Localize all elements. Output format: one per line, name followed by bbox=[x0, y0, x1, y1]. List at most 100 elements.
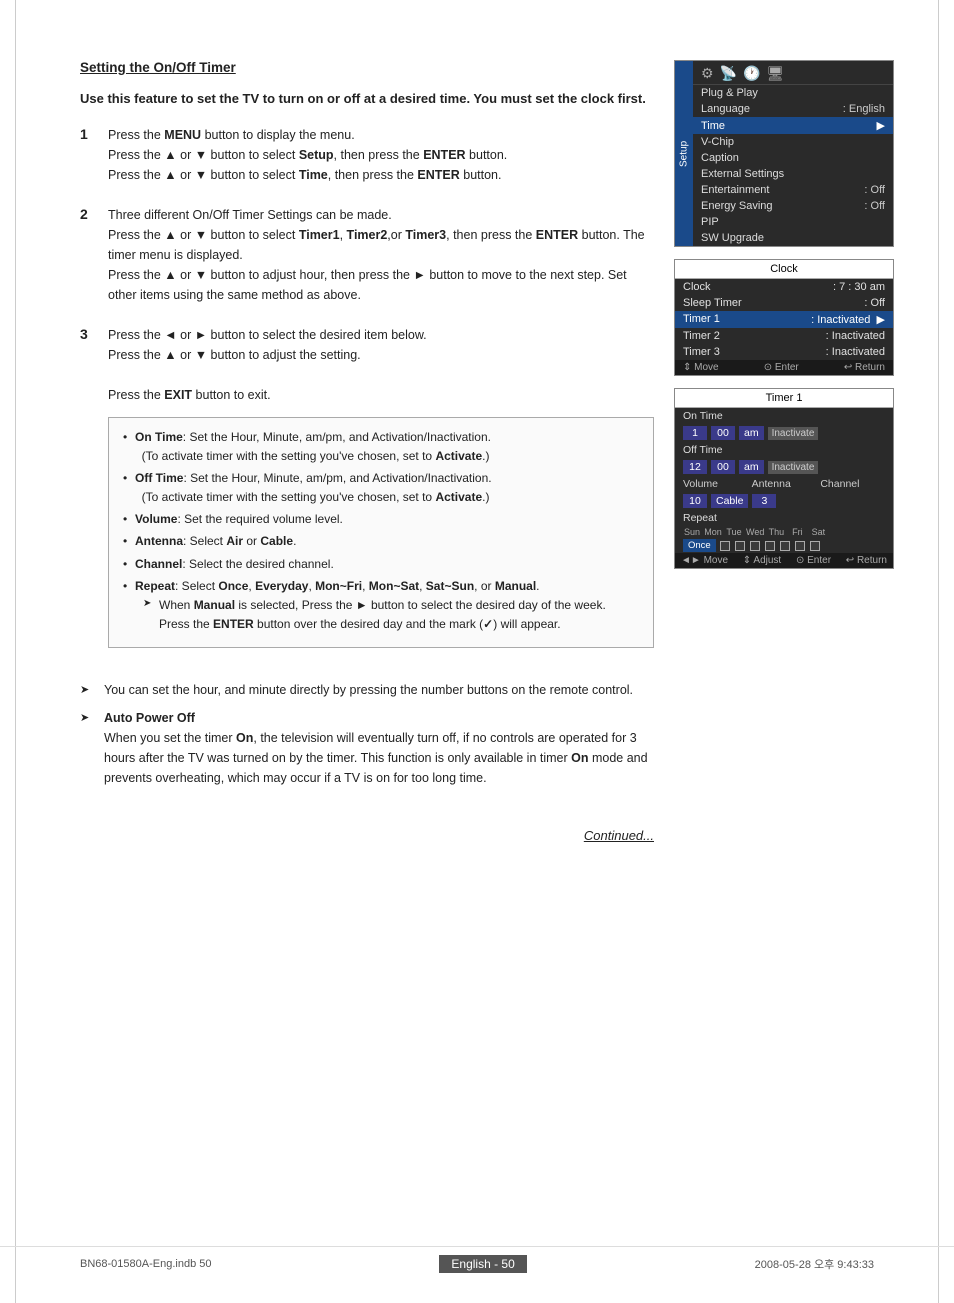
day-tue-label: Tue bbox=[725, 527, 743, 537]
right-column: Setup ⚙ 📡 🕐 🖥 Plug & Play bbox=[674, 60, 894, 843]
step-3-content: Press the ◄ or ► button to select the de… bbox=[108, 325, 654, 661]
clock-menu-header: Clock bbox=[675, 260, 893, 279]
timer-ontime-label: On Time bbox=[675, 408, 893, 424]
clock-item-timer1[interactable]: Timer 1 : Inactivated ▶ bbox=[675, 311, 893, 328]
timer-ontime-btn[interactable]: Inactivate bbox=[768, 427, 819, 440]
continued-text: Continued... bbox=[80, 828, 654, 843]
clock-item-timer3: Timer 3 : Inactivated bbox=[675, 344, 893, 360]
setup-icon-gear: ⚙ bbox=[701, 65, 714, 82]
info-item-channel: Channel: Select the desired channel. bbox=[123, 555, 639, 574]
timer-antenna-label: Antenna bbox=[752, 478, 817, 490]
timer-cb-tue[interactable] bbox=[750, 541, 760, 551]
timer1-menu-screenshot: Timer 1 On Time 1 00 am Inactivate Off T… bbox=[674, 388, 894, 569]
timer-cb-wed[interactable] bbox=[765, 541, 775, 551]
info-box: On Time: Set the Hour, Minute, am/pm, an… bbox=[108, 417, 654, 649]
page-number: English - 50 bbox=[439, 1255, 526, 1273]
timer-channel-val[interactable]: 3 bbox=[752, 494, 776, 508]
step-2: 2 Three different On/Off Timer Settings … bbox=[80, 205, 654, 305]
timer-volume-label: Volume bbox=[683, 478, 748, 490]
left-border bbox=[15, 0, 16, 1303]
timer-cb-thu[interactable] bbox=[780, 541, 790, 551]
clock-item-clock: Clock : 7 : 30 am bbox=[675, 279, 893, 295]
day-wed-label: Wed bbox=[746, 527, 764, 537]
clock-menu-screenshot: Clock Clock : 7 : 30 am Sleep Timer : Of… bbox=[674, 259, 894, 376]
step-3: 3 Press the ◄ or ► button to select the … bbox=[80, 325, 654, 661]
right-border bbox=[938, 0, 939, 1303]
day-thu-label: Thu bbox=[767, 527, 785, 537]
timer-channel-label: Channel bbox=[820, 478, 885, 490]
clock-item-timer2: Timer 2 : Inactivated bbox=[675, 328, 893, 344]
timer-labels-row: Volume Antenna Channel bbox=[675, 476, 893, 492]
timer-vals-row: 10 Cable 3 bbox=[675, 492, 893, 510]
note-content-2: Auto Power Off When you set the timer On… bbox=[104, 708, 654, 788]
timer-repeat-label: Repeat bbox=[675, 510, 893, 526]
setup-item-external: External Settings bbox=[693, 166, 893, 182]
page-container: Setting the On/Off Timer Use this featur… bbox=[0, 0, 954, 1303]
step-2-number: 2 bbox=[80, 205, 98, 305]
timer-checkboxes-row: Once bbox=[675, 538, 893, 553]
info-item-offtime: Off Time: Set the Hour, Minute, am/pm, a… bbox=[123, 469, 639, 507]
day-sun-label: Sun bbox=[683, 527, 701, 537]
timer-cb-fri[interactable] bbox=[795, 541, 805, 551]
timer-days-labels: Sun Mon Tue Wed Thu Fri Sat bbox=[675, 526, 893, 538]
step-1-number: 1 bbox=[80, 125, 98, 185]
timer-offtime-min[interactable]: 00 bbox=[711, 460, 735, 474]
clock-item-sleep: Sleep Timer : Off bbox=[675, 295, 893, 311]
step-1: 1 Press the MENU button to display the m… bbox=[80, 125, 654, 185]
note-autopower: ➤ Auto Power Off When you set the timer … bbox=[80, 708, 654, 788]
info-item-antenna: Antenna: Select Air or Cable. bbox=[123, 532, 639, 551]
setup-item-entertainment: Entertainment : Off bbox=[693, 182, 893, 198]
setup-item-vchip: V-Chip bbox=[693, 134, 893, 150]
timer-ontime-ampm[interactable]: am bbox=[739, 426, 764, 440]
setup-icon-signal: 📡 bbox=[720, 65, 737, 82]
timer-ontime-hour[interactable]: 1 bbox=[683, 426, 707, 440]
timer-antenna-val[interactable]: Cable bbox=[711, 494, 748, 508]
setup-item-plugplay: Plug & Play bbox=[693, 85, 893, 101]
timer-ontime-min[interactable]: 00 bbox=[711, 426, 735, 440]
page-footer: BN68-01580A-Eng.indb 50 English - 50 200… bbox=[0, 1246, 954, 1273]
clock-menu-footer: ⇕ Move ⊙ Enter ↩ Return bbox=[675, 360, 893, 375]
timer-cb-sat[interactable] bbox=[810, 541, 820, 551]
timer-cb-sun[interactable] bbox=[720, 541, 730, 551]
setup-item-caption: Caption bbox=[693, 150, 893, 166]
timer-offtime-btn[interactable]: Inactivate bbox=[768, 461, 819, 474]
note-remote: ➤ You can set the hour, and minute direc… bbox=[80, 680, 654, 700]
timer-cb-mon[interactable] bbox=[735, 541, 745, 551]
setup-menu-items: ⚙ 📡 🕐 🖥 Plug & Play Language : English bbox=[693, 61, 893, 246]
note-content-1: You can set the hour, and minute directl… bbox=[104, 680, 654, 700]
setup-icon-clock: 🕐 bbox=[743, 65, 760, 82]
step-1-content: Press the MENU button to display the men… bbox=[108, 125, 654, 185]
intro-text: Use this feature to set the TV to turn o… bbox=[80, 89, 654, 109]
info-item-repeat: Repeat: Select Once, Everyday, Mon~Fri, … bbox=[123, 577, 639, 635]
main-content: Setting the On/Off Timer Use this featur… bbox=[80, 60, 894, 843]
step-2-content: Three different On/Off Timer Settings ca… bbox=[108, 205, 654, 305]
left-column: Setting the On/Off Timer Use this featur… bbox=[80, 60, 654, 843]
setup-item-swupgrade: SW Upgrade bbox=[693, 230, 893, 246]
day-sat-label: Sat bbox=[809, 527, 827, 537]
section-title: Setting the On/Off Timer bbox=[80, 60, 654, 75]
setup-item-time[interactable]: Time ▶ bbox=[693, 117, 893, 134]
setup-item-energy: Energy Saving : Off bbox=[693, 198, 893, 214]
info-item-volume: Volume: Set the required volume level. bbox=[123, 510, 639, 529]
setup-side-tab: Setup bbox=[675, 61, 693, 246]
info-subitem-manual: When Manual is selected, Press the ► but… bbox=[135, 596, 639, 634]
timer-offtime-label: Off Time bbox=[675, 442, 893, 458]
setup-menu-screenshot: Setup ⚙ 📡 🕐 🖥 Plug & Play bbox=[674, 60, 894, 247]
timer1-footer: ◄► Move ⇕ Adjust ⊙ Enter ↩ Return bbox=[675, 553, 893, 568]
setup-item-pip: PIP bbox=[693, 214, 893, 230]
note-arrow-1: ➤ bbox=[80, 680, 96, 700]
timer-offtime-ampm[interactable]: am bbox=[739, 460, 764, 474]
setup-icon-monitor: 🖥 bbox=[766, 65, 784, 82]
timer-volume-val[interactable]: 10 bbox=[683, 494, 707, 508]
setup-item-language: Language : English bbox=[693, 101, 893, 117]
step-3-number: 3 bbox=[80, 325, 98, 661]
info-item-ontime: On Time: Set the Hour, Minute, am/pm, an… bbox=[123, 428, 639, 466]
day-mon-label: Mon bbox=[704, 527, 722, 537]
info-list: On Time: Set the Hour, Minute, am/pm, an… bbox=[123, 428, 639, 635]
note-arrow-2: ➤ bbox=[80, 708, 96, 788]
timer-once-button[interactable]: Once bbox=[683, 539, 716, 552]
footer-date: 2008-05-28 오후 9:43:33 bbox=[755, 1256, 874, 1272]
timer-ontime-row: 1 00 am Inactivate bbox=[675, 424, 893, 442]
timer-offtime-row: 12 00 am Inactivate bbox=[675, 458, 893, 476]
timer-offtime-hour[interactable]: 12 bbox=[683, 460, 707, 474]
